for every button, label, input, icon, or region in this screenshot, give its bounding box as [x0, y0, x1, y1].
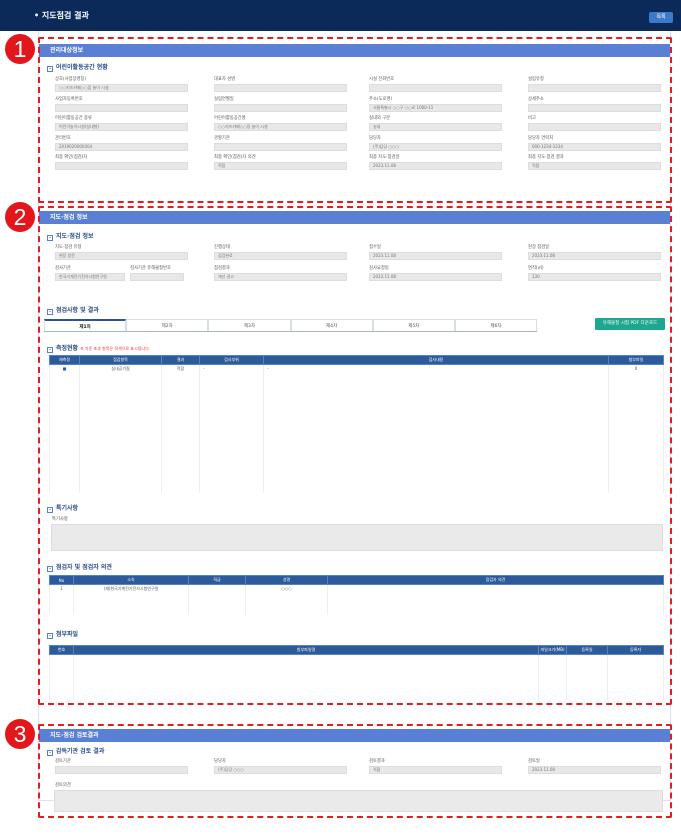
highlight-box-1 [38, 37, 672, 203]
highlight-box-3 [38, 724, 672, 818]
top-bar: • 지도점검 결과 목록 [0, 0, 681, 31]
number-badge-1: 1 [5, 34, 35, 64]
page-title: • 지도점검 결과 [34, 11, 89, 20]
highlight-box-2 [38, 206, 672, 705]
list-button[interactable]: 목록 [649, 12, 673, 23]
number-badge-3: 3 [5, 719, 35, 749]
number-badge-2: 2 [5, 202, 35, 232]
